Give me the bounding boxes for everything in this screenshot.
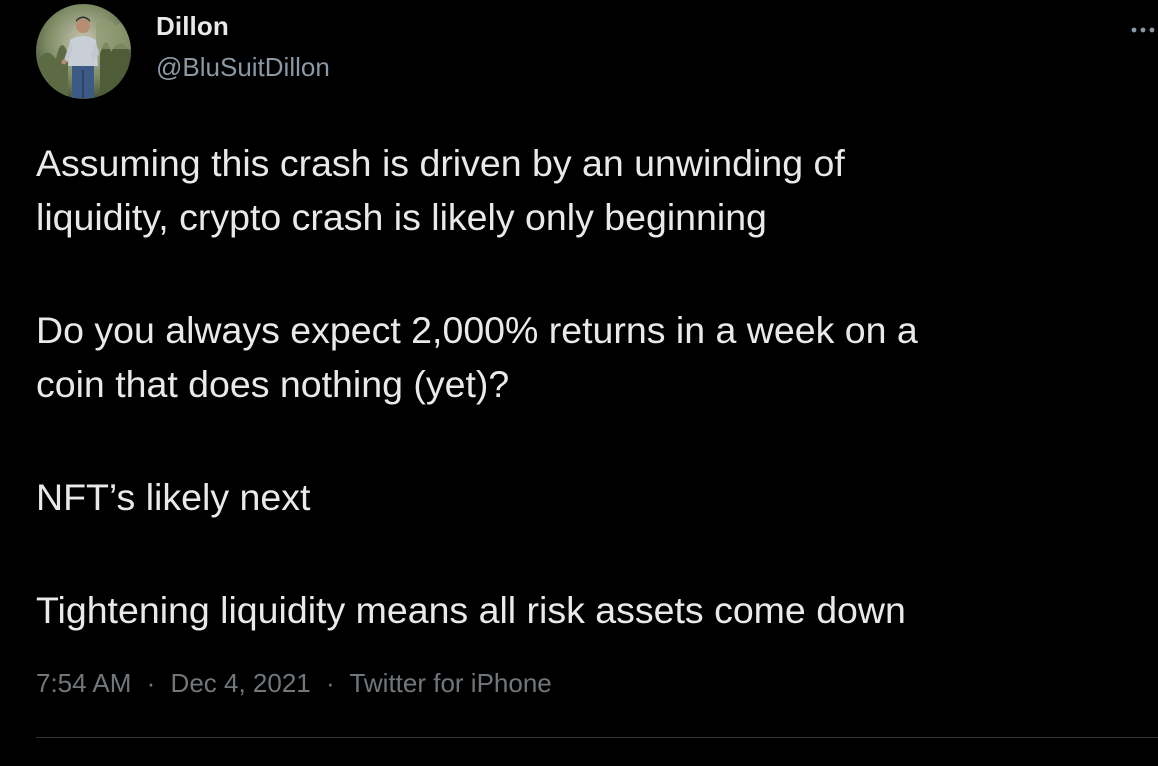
tweet-paragraph: Do you always expect 2,000% returns in a… [36, 303, 1136, 411]
tweet-line: Tightening liquidity means all risk asse… [36, 589, 906, 631]
tweet-card: Dillon @BluSuitDillon Assuming this cras… [0, 0, 1158, 766]
tweet-date[interactable]: Dec 4, 2021 [171, 668, 311, 698]
author-display-name[interactable]: Dillon [156, 11, 229, 42]
meta-separator: · [326, 668, 335, 698]
tweet-metadata: 7:54 AM · Dec 4, 2021 · Twitter for iPho… [36, 668, 552, 699]
profile-photo-icon [36, 4, 131, 99]
divider [36, 737, 1158, 738]
tweet-line: liquidity, crypto crash is likely only b… [36, 196, 767, 238]
avatar[interactable] [36, 4, 131, 99]
tweet-paragraph: NFT’s likely next [36, 470, 1136, 524]
meta-separator: · [146, 668, 156, 698]
tweet-line: coin that does nothing (yet)? [36, 363, 510, 405]
tweet-line: Do you always expect 2,000% returns in a… [36, 309, 918, 351]
tweet-text: Assuming this crash is driven by an unwi… [36, 136, 1136, 637]
tweet-source[interactable]: Twitter for iPhone [349, 668, 551, 698]
author-handle[interactable]: @BluSuitDillon [156, 52, 330, 83]
more-options-icon [1131, 27, 1155, 33]
tweet-line: Assuming this crash is driven by an unwi… [36, 142, 845, 184]
tweet-paragraph: Assuming this crash is driven by an unwi… [36, 136, 1136, 244]
tweet-line: NFT’s likely next [36, 476, 311, 518]
more-options-button[interactable] [1128, 18, 1158, 42]
tweet-paragraph: Tightening liquidity means all risk asse… [36, 583, 1136, 637]
tweet-time[interactable]: 7:54 AM [36, 668, 131, 698]
